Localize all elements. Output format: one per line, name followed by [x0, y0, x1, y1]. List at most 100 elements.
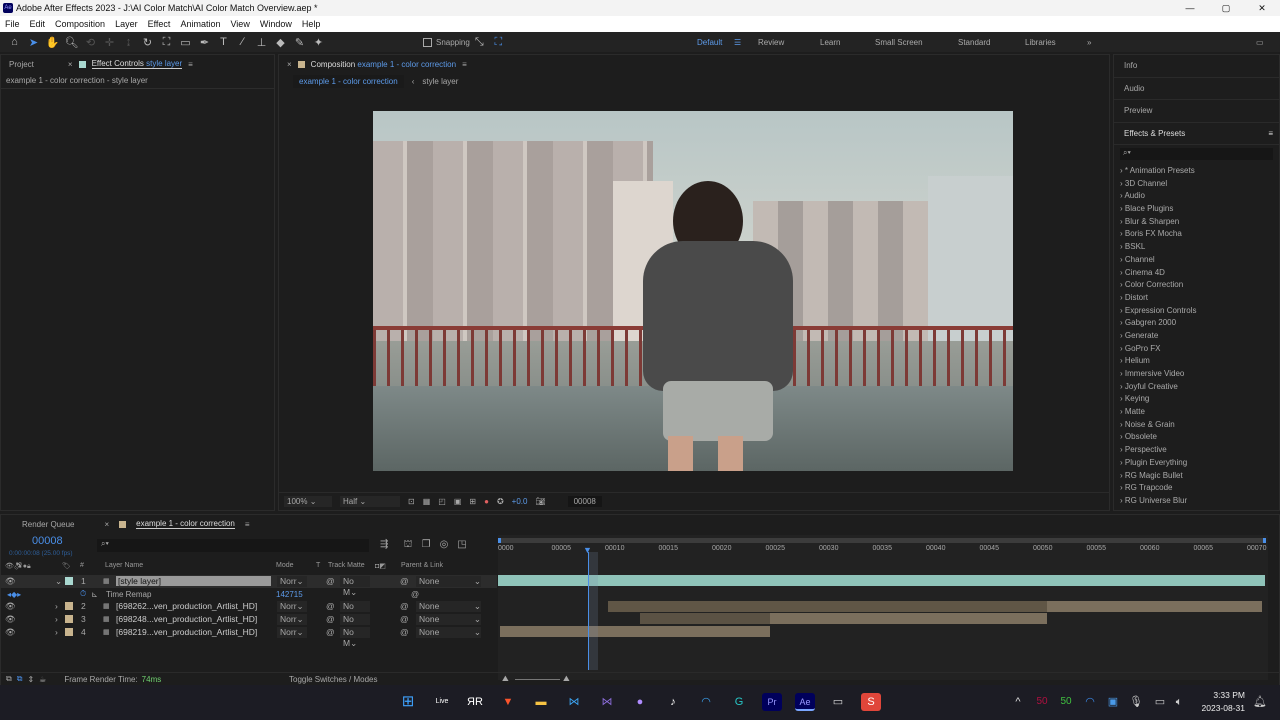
motion-blur-icon[interactable]: ◎ [440, 539, 449, 552]
layer-bar-3[interactable] [640, 613, 770, 624]
breadcrumb-layer[interactable]: style layer [422, 77, 458, 86]
layer-bar-3-mid[interactable] [770, 613, 1047, 624]
render-time-icon[interactable]: ☕︎ [39, 675, 46, 684]
effects-category[interactable]: › Boris FX Mocha [1114, 228, 1279, 241]
blend-mode-dropdown[interactable]: Norr⌄ [277, 613, 307, 625]
visibility-eye-icon[interactable]: 👁︎ [5, 627, 16, 638]
effects-category[interactable]: › Color Correction [1114, 279, 1279, 292]
tab-render-queue[interactable]: Render Queue [22, 520, 74, 529]
pickwhip-icon[interactable]: @ [326, 614, 335, 624]
parent-pickwhip-icon[interactable]: @ [400, 601, 409, 611]
minimize-button[interactable]: — [1175, 0, 1205, 16]
tab-composition[interactable]: Composition example 1 - color correction [311, 60, 456, 69]
expand-arrow-icon[interactable]: › [1120, 445, 1123, 454]
pen-tool-icon[interactable]: ✒ [195, 36, 214, 49]
magnification-dropdown[interactable]: 100% ⌄ [284, 496, 332, 507]
panel-menu-icon[interactable]: ≡ [245, 520, 250, 529]
expand-arrow-icon[interactable]: › [1120, 268, 1123, 277]
dolly-tool-icon[interactable]: ↨ [119, 36, 138, 48]
effects-category[interactable]: › Audio [1114, 190, 1279, 203]
visibility-eye-icon[interactable]: 👁︎ [5, 576, 16, 587]
visibility-eye-icon[interactable]: 👁︎ [5, 601, 16, 612]
expand-arrow-icon[interactable]: › [1120, 306, 1123, 315]
snapping-checkbox[interactable] [423, 37, 432, 47]
time-remap-value[interactable]: 142715 [276, 590, 303, 599]
graph-editor-icon[interactable]: ◳ [457, 539, 466, 552]
tray-app-icon[interactable]: ▣ [1103, 693, 1123, 711]
workspace-learn[interactable]: Learn [820, 38, 840, 47]
stamp-tool-icon[interactable]: ⊥ [252, 36, 271, 49]
expand-arrow-icon[interactable]: › [1120, 331, 1123, 340]
clock-time[interactable]: 3:33 PM [1195, 690, 1245, 700]
expand-arrow-icon[interactable]: › [1120, 483, 1123, 492]
taskbar-live-icon[interactable]: Live [432, 693, 452, 711]
parent-dropdown[interactable]: None ⌄ [416, 600, 481, 612]
frame-blending-icon[interactable]: ❐ [422, 539, 431, 552]
after-effects-icon[interactable]: Ae [795, 693, 815, 711]
info-panel-header[interactable]: Info [1114, 55, 1279, 78]
resolution-dropdown[interactable]: Half ⌄ [340, 496, 400, 507]
parent-pickwhip-icon[interactable]: @ [400, 627, 409, 637]
effects-category[interactable]: › Gabgren 2000 [1114, 317, 1279, 330]
audio-panel-header[interactable]: Audio [1114, 78, 1279, 100]
panel-menu-icon[interactable]: ≡ [462, 60, 467, 69]
stopwatch-icon[interactable]: ⏱ [80, 589, 86, 599]
panel-menu-icon[interactable]: ≡ [1268, 123, 1273, 146]
effects-category[interactable]: › Distort [1114, 292, 1279, 305]
breadcrumb-comp[interactable]: example 1 - color correction [293, 74, 404, 88]
playhead[interactable] [588, 552, 598, 670]
workspace-standard[interactable]: Standard [958, 38, 990, 47]
zoom-in-icon[interactable]: ⛰ [563, 674, 570, 684]
effects-category[interactable]: › Obsolete [1114, 431, 1279, 444]
layer-bar-2-tail[interactable] [1047, 601, 1262, 612]
blend-mode-dropdown[interactable]: Norr⌄ [277, 575, 307, 587]
layer-row[interactable]: 👁︎ › 4 ▦ [698219...ven_production_Artlis… [0, 626, 497, 648]
expand-arrow-icon[interactable]: › [1120, 217, 1123, 226]
render-options-icon[interactable]: ⧉ [6, 674, 12, 684]
menu-composition[interactable]: Composition [55, 19, 105, 29]
workspace-default[interactable]: Default [697, 38, 722, 47]
hand-tool-icon[interactable]: ✋ [43, 36, 62, 49]
pickwhip-icon[interactable]: @ [411, 590, 419, 599]
preview-panel-header[interactable]: Preview [1114, 100, 1279, 123]
col-track-matte[interactable]: Track Matte [328, 562, 365, 569]
expand-arrow-icon[interactable]: › [1120, 255, 1123, 264]
layer-bar-4[interactable] [500, 626, 770, 637]
text-tool-icon[interactable]: T [214, 36, 233, 48]
workspace-panel-icon[interactable]: ▭ [1256, 38, 1264, 47]
expand-arrow-icon[interactable]: › [1120, 394, 1123, 403]
expand-arrow-icon[interactable]: › [1120, 191, 1123, 200]
zoom-tool-icon[interactable]: 🔍︎ [62, 36, 81, 49]
track-matte-dropdown[interactable]: No M⌄ [340, 613, 370, 635]
exposure-reset-icon[interactable]: ✪ [497, 497, 504, 506]
workspace-small-screen[interactable]: Small Screen [875, 38, 923, 47]
layer-bar-1[interactable] [498, 575, 1265, 586]
effects-category[interactable]: › Generate [1114, 330, 1279, 343]
transparency-grid-icon[interactable]: ▦ [423, 497, 431, 506]
work-area-bar[interactable] [498, 538, 1266, 543]
expand-arrow-icon[interactable]: › [1120, 382, 1123, 391]
menu-layer[interactable]: Layer [115, 19, 138, 29]
timeline-search-input[interactable]: ⌕▾ [97, 539, 369, 552]
effects-category[interactable]: › Blur & Sharpen [1114, 216, 1279, 229]
track-matte-dropdown[interactable]: No M⌄ [340, 575, 370, 597]
start-button-icon[interactable]: ⊞ [398, 693, 418, 711]
current-time-display[interactable]: 00008 [567, 496, 602, 507]
menu-view[interactable]: View [230, 19, 249, 29]
home-icon[interactable]: ⌂ [5, 36, 24, 48]
playhead-handle-icon[interactable]: ▼ [583, 545, 592, 555]
timeline-timecode[interactable]: 00008 [32, 535, 63, 547]
snap-edges-icon[interactable]: ⤡ [470, 36, 489, 49]
track-matte-dropdown[interactable]: No M⌄ [340, 600, 370, 622]
tray-indicator-2[interactable]: 50 [1056, 693, 1076, 711]
parent-dropdown[interactable]: None ⌄ [416, 626, 481, 638]
region-icon[interactable]: ⊡ [408, 497, 415, 506]
close-tab-icon[interactable]: × [287, 60, 292, 69]
snapshot-icon[interactable]: 📷︎ [535, 497, 545, 506]
parent-pickwhip-icon[interactable]: @ [400, 576, 409, 586]
effects-category[interactable]: › * Animation Presets [1114, 165, 1279, 178]
effects-category[interactable]: › Expression Controls [1114, 305, 1279, 318]
effects-category[interactable]: › 3D Channel [1114, 178, 1279, 191]
effects-category[interactable]: › Helium [1114, 355, 1279, 368]
terminal-icon[interactable]: ▭ [828, 693, 848, 711]
